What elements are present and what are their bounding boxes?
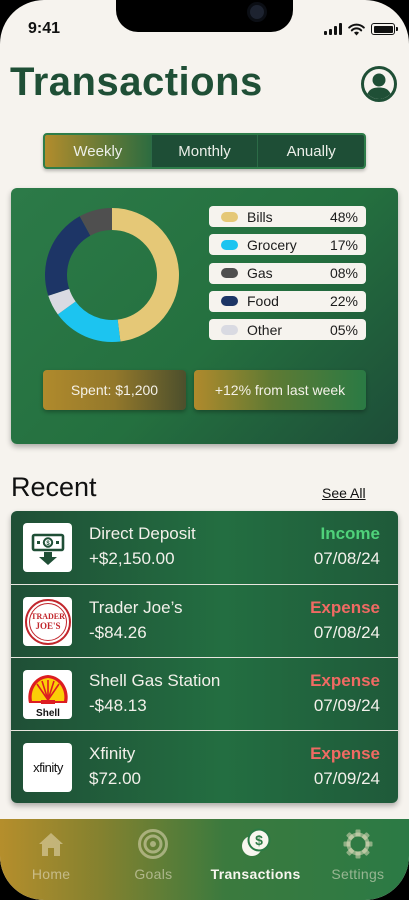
weekly-change-button[interactable]: +12% from last week [194,370,366,410]
legend-percent: 48% [329,208,358,225]
nav-item-home[interactable]: Home [0,819,102,900]
nav-label: Goals [134,866,173,882]
spending-donut-chart [44,208,179,342]
svg-text:xfinity: xfinity [33,760,64,775]
period-tabs: Weekly Monthly Anually [43,133,366,169]
page-title: Transactions [10,60,263,104]
target-icon [136,827,170,861]
legend-swatch [221,268,238,279]
transaction-type: Expense [310,598,380,617]
transaction-row[interactable]: $ Direct Deposit +$2,150.00 Income 07/08… [11,511,398,584]
transaction-name: Shell Gas Station [89,671,221,690]
nav-label: Transactions [210,866,301,882]
donut-slice-bills [112,208,179,342]
legend-percent: 08% [329,265,358,282]
recent-title: Recent [11,472,97,502]
legend-swatch [221,324,238,335]
nav-label: Home [31,866,71,882]
transaction-amount: -$48.13 [89,696,147,715]
legend-label: Grocery [247,236,297,253]
legend-label: Food [247,293,279,310]
spending-summary-card: Bills 48% Grocery 17% Gas 08% Food 22% O… [11,188,398,444]
spent-total-button[interactable]: Spent: $1,200 [43,370,186,410]
legend-label: Gas [247,265,273,282]
deposit-icon: $ [23,523,72,572]
status-time: 9:41 [28,20,61,37]
home-icon [34,827,68,861]
legend-percent: 05% [329,321,358,338]
status-bar: 9:41 [0,0,409,50]
transaction-amount: +$2,150.00 [89,549,175,568]
legend-item-grocery: Grocery 17% [209,234,366,256]
transaction-type: Expense [310,671,380,690]
legend-item-gas: Gas 08% [209,262,366,284]
bottom-nav: Home Goals $ Transactions Settings [0,819,409,900]
transaction-name: Direct Deposit [89,524,196,543]
nav-item-goals[interactable]: Goals [102,819,204,900]
legend-swatch [221,296,238,307]
transaction-amount: $72.00 [89,769,141,788]
user-icon [366,73,392,99]
transaction-row[interactable]: xfinity Xfinity $72.00 Expense 07/09/24 [11,730,398,803]
nav-item-transactions[interactable]: $ Transactions [205,819,307,900]
gear-icon [341,827,375,861]
legend-item-other: Other 05% [209,319,366,341]
chart-legend: Bills 48% Grocery 17% Gas 08% Food 22% O… [209,206,366,347]
camera-icon [247,2,267,22]
transaction-date: 07/08/24 [313,623,380,642]
wifi-icon [348,23,365,35]
transaction-type: Income [320,524,380,543]
svg-text:Shell: Shell [36,708,60,719]
svg-text:JOE'S: JOE'S [35,621,60,631]
legend-percent: 17% [329,236,358,253]
battery-icon [371,23,398,35]
transaction-date: 07/09/24 [313,769,380,788]
transaction-name: Xfinity [89,744,136,763]
transaction-type: Expense [310,744,380,763]
nav-label: Settings [331,866,385,882]
svg-text:$: $ [255,832,263,848]
transaction-date: 07/09/24 [313,696,380,715]
tab-anually[interactable]: Anually [257,135,364,167]
legend-item-food: Food 22% [209,290,366,312]
legend-label: Bills [247,208,273,225]
legend-label: Other [247,321,283,338]
legend-item-bills: Bills 48% [209,206,366,227]
profile-avatar-button[interactable] [361,66,397,102]
donut-slice-food [44,216,91,296]
transaction-list: $ Direct Deposit +$2,150.00 Income 07/08… [11,511,398,803]
notch [116,0,293,32]
coins-icon: $ [239,827,273,861]
tab-monthly[interactable]: Monthly [150,135,258,167]
transaction-amount: -$84.26 [89,623,147,642]
legend-swatch [221,239,238,250]
shell-logo: Shell [23,670,72,719]
see-all-link[interactable]: See All [322,485,366,501]
transaction-row[interactable]: TRADER JOE'S Trader Joe’s -$84.26 Expens… [11,584,398,657]
transaction-name: Trader Joe’s [89,598,183,617]
trader-joes-logo: TRADER JOE'S [23,597,72,646]
transaction-row[interactable]: Shell Shell Gas Station -$48.13 Expense … [11,657,398,730]
tab-weekly[interactable]: Weekly [45,135,151,167]
svg-text:TRADER: TRADER [31,612,65,621]
xfinity-logo: xfinity [23,743,72,792]
phone-screen: 9:41 Transactions Weekly Monthly Anually [0,0,409,900]
legend-swatch [221,211,238,222]
signal-icon [324,23,342,35]
legend-percent: 22% [329,293,358,310]
nav-item-settings[interactable]: Settings [307,819,409,900]
transaction-date: 07/08/24 [313,549,380,568]
status-icons [324,22,398,36]
